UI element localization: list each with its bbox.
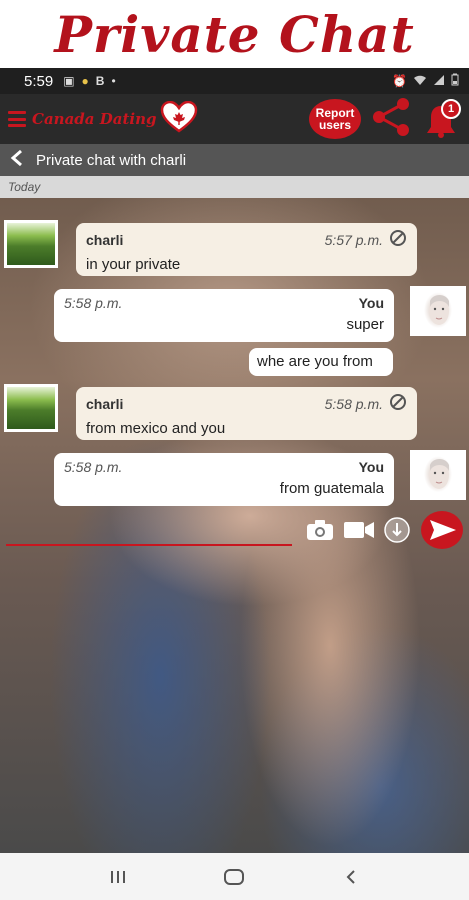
message-time: 5:58 p.m. [324,396,383,412]
face-photo-icon [413,289,463,333]
heart-logo-icon [160,100,198,138]
message-bubble-outgoing[interactable]: 5:58 p.m. You from guatemala [54,453,394,506]
chat-title: Private chat with charli [36,151,187,169]
message-sender: You [358,295,384,311]
share-icon[interactable] [369,97,413,142]
date-divider: Today [0,176,469,198]
message-text: in your private [86,256,181,273]
message-sender: charli [86,396,124,412]
message-composer [0,506,469,554]
alarm-icon: ⏰ [392,74,407,88]
promo-title: Private Chat [54,4,415,64]
status-letter: B [95,74,105,88]
forest-photo-icon [7,223,55,265]
charli-avatar[interactable] [4,384,58,432]
face-photo-icon [413,453,463,497]
nav-home-icon[interactable] [214,862,254,892]
blocked-icon[interactable] [389,229,407,251]
notification-badge: 1 [441,99,461,119]
attach-icon[interactable] [383,516,411,549]
message-text: super [346,316,384,333]
phone-screen: 5:59 ▣ ● B • ⏰ Canada Dating Report user… [0,68,469,853]
status-time: 5:59 [24,72,54,90]
send-icon[interactable] [420,510,464,555]
nav-recents-icon[interactable] [98,862,138,892]
message-text: from guatemala [279,480,384,497]
screenshot-page: Private Chat 5:59 ▣ ● B • ⏰ Canada Datin… [0,0,469,900]
blocked-icon[interactable] [389,393,407,415]
message-bubble-outgoing[interactable]: 5:58 p.m. You super [54,289,394,342]
wifi-icon [413,74,427,89]
status-right-icons: ⏰ [392,73,459,89]
brand-logo: Canada Dating [32,100,198,138]
system-nav-bar [0,853,469,900]
message-text: whe are you from [257,353,373,370]
message-time: 5:58 p.m. [64,295,123,311]
message-time: 5:58 p.m. [64,459,123,475]
report-label-line2: users [318,118,351,132]
message-time: 5:57 p.m. [324,232,383,248]
video-icon[interactable] [343,520,375,545]
charli-avatar[interactable] [4,220,58,268]
hamburger-icon[interactable] [8,111,26,127]
notifications-button[interactable]: 1 [421,99,461,139]
chat-area[interactable]: Today charli 5:57 p.m. in your private 5… [0,176,469,853]
bell-icon [421,106,461,143]
nav-back-icon[interactable] [331,862,371,892]
my-avatar[interactable] [410,286,466,336]
battery-icon [451,73,459,89]
promo-banner: Private Chat [0,0,469,68]
status-bar: 5:59 ▣ ● B • ⏰ [0,68,469,94]
my-avatar[interactable] [410,450,466,500]
message-input[interactable] [6,514,292,546]
chat-header: Private chat with charli [0,144,469,176]
camera-icon[interactable] [305,518,335,547]
signal-icon [433,74,445,89]
message-bubble-outgoing[interactable]: whe are you from [249,348,393,376]
app-notification-icon: ● [81,74,89,88]
message-sender: You [358,459,384,475]
brand-name: Canada Dating [32,110,157,128]
app-bar: Canada Dating Report users 1 [0,94,469,144]
forest-photo-icon [7,387,55,429]
status-left-icons: ▣ ● B • [63,74,115,88]
message-bubble-incoming[interactable]: charli 5:58 p.m. from mexico and you [76,387,417,440]
message-text: from mexico and you [86,420,226,437]
dot-icon: • [111,74,116,88]
message-sender: charli [86,232,124,248]
gallery-notification-icon: ▣ [63,74,75,88]
app-bar-actions: Report users 1 [309,97,461,142]
report-users-button[interactable]: Report users [309,99,361,139]
back-icon[interactable] [10,149,24,172]
message-bubble-incoming[interactable]: charli 5:57 p.m. in your private [76,223,417,276]
